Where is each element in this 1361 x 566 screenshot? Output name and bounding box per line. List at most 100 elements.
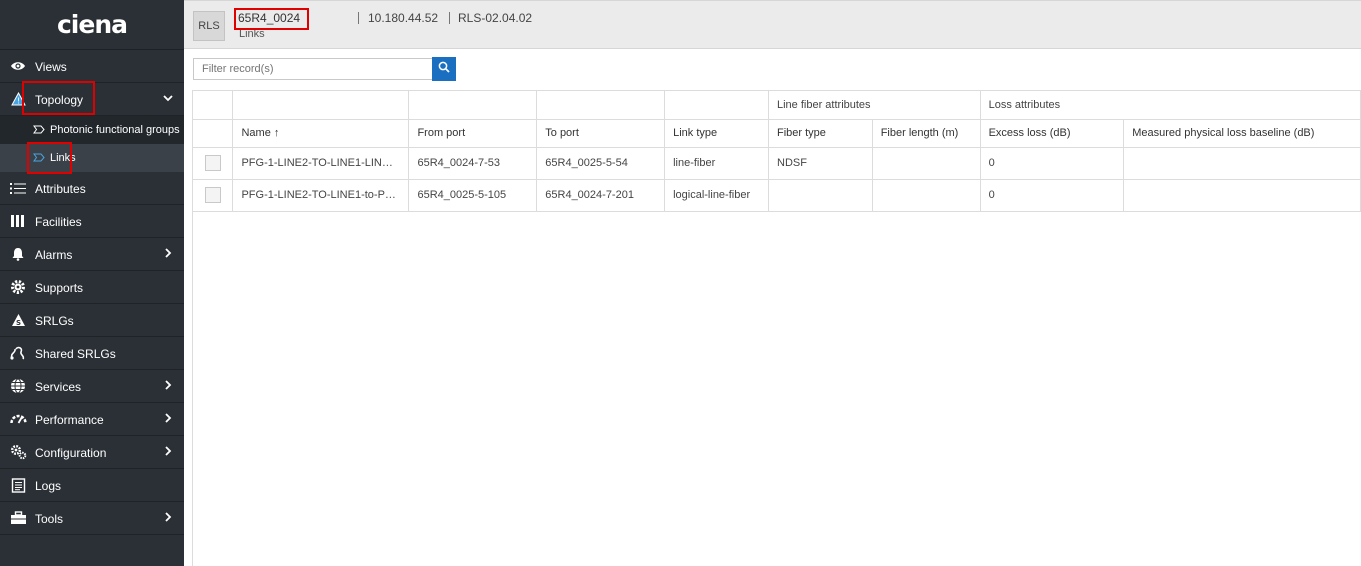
group-header-line-fiber: Line fiber attributes bbox=[768, 91, 981, 120]
select-all-header bbox=[193, 119, 234, 148]
cell-measured-loss bbox=[1123, 147, 1361, 180]
cell-to-port: 65R4_0025-5-54 bbox=[536, 147, 666, 180]
group-header-empty bbox=[232, 91, 410, 120]
header-divider bbox=[358, 12, 359, 24]
nav-shared-srlgs-label: Shared SRLGs bbox=[35, 347, 116, 361]
nav-srlgs-label: SRLGs bbox=[35, 314, 74, 328]
ciena-logo: ciena bbox=[0, 0, 184, 50]
list-icon bbox=[9, 180, 27, 196]
nav-facilities[interactable]: Facilities bbox=[0, 205, 184, 238]
nav-alarms[interactable]: Alarms bbox=[0, 238, 184, 271]
column-header-from-port[interactable]: From port bbox=[408, 119, 538, 148]
cell-fiber-type: NDSF bbox=[768, 147, 873, 180]
column-header-name-label: Name bbox=[241, 127, 271, 139]
nav-pfg-label: Photonic functional groups bbox=[50, 124, 180, 136]
header-divider bbox=[449, 12, 450, 24]
table-row[interactable]: PFG-1-LINE2-TO-LINE1-to-PF... 65R4_0025-… bbox=[193, 179, 1361, 212]
cell-from-port: 65R4_0025-5-105 bbox=[408, 179, 538, 212]
svg-text:!: ! bbox=[16, 97, 19, 106]
column-header-name[interactable]: Name ↑ bbox=[232, 119, 410, 148]
page-subtitle: Links bbox=[239, 28, 265, 40]
nav-performance-label: Performance bbox=[35, 413, 104, 427]
nav-supports-label: Supports bbox=[35, 281, 84, 295]
nav-photonic-functional-groups[interactable]: Photonic functional groups bbox=[0, 116, 184, 144]
nav-attributes[interactable]: Attributes bbox=[0, 172, 184, 205]
cell-measured-loss bbox=[1123, 179, 1361, 212]
cell-from-port: 65R4_0024-7-53 bbox=[408, 147, 538, 180]
row-checkbox[interactable] bbox=[205, 155, 221, 171]
row-select-cell bbox=[193, 147, 234, 180]
column-group-row: Line fiber attributes Loss attributes bbox=[193, 91, 1361, 120]
config-icon bbox=[9, 444, 27, 460]
node-type-badge: RLS bbox=[193, 11, 225, 41]
cell-name: PFG-1-LINE2-TO-LINE1-to-PF... bbox=[232, 179, 410, 212]
nav-services[interactable]: Services bbox=[0, 370, 184, 403]
svg-text:S: S bbox=[15, 319, 20, 327]
facilities-icon bbox=[9, 213, 27, 229]
row-select-cell bbox=[193, 179, 234, 212]
node-header: RLS 65R4_0024 Links 10.180.44.52 RLS-02.… bbox=[184, 0, 1361, 49]
chevron-right-icon[interactable] bbox=[162, 247, 174, 262]
bell-icon bbox=[9, 246, 27, 262]
nav-topology[interactable]: ! Topology bbox=[0, 83, 184, 116]
nav-alarms-label: Alarms bbox=[35, 248, 73, 262]
chevron-right-icon[interactable] bbox=[162, 412, 174, 427]
nav-configuration[interactable]: Configuration bbox=[0, 436, 184, 469]
shared-srlg-icon bbox=[9, 345, 27, 361]
group-header-empty bbox=[536, 91, 666, 120]
links-table: Line fiber attributes Loss attributes Na… bbox=[193, 91, 1361, 212]
nav-links-label: Links bbox=[50, 152, 76, 164]
column-header-excess-loss[interactable]: Excess loss (dB) bbox=[980, 119, 1125, 148]
toolbox-icon bbox=[9, 510, 27, 526]
node-ip-address: 10.180.44.52 bbox=[368, 11, 439, 25]
chevron-right-icon[interactable] bbox=[162, 379, 174, 394]
cell-link-type: line-fiber bbox=[664, 147, 769, 180]
nav-services-label: Services bbox=[35, 380, 82, 394]
column-header-fiber-type[interactable]: Fiber type bbox=[768, 119, 873, 148]
cell-excess-loss: 0 bbox=[980, 179, 1125, 212]
column-header-to-port[interactable]: To port bbox=[536, 119, 666, 148]
search-icon bbox=[438, 60, 450, 78]
group-header-empty bbox=[193, 91, 234, 120]
gauge-icon bbox=[9, 411, 27, 427]
logo-text: ciena bbox=[56, 10, 128, 39]
cell-fiber-length bbox=[872, 179, 981, 212]
nav-logs[interactable]: Logs bbox=[0, 469, 184, 502]
nav-shared-srlgs[interactable]: Shared SRLGs bbox=[0, 337, 184, 370]
globe-icon bbox=[9, 378, 27, 394]
chevron-down-icon[interactable] bbox=[162, 92, 174, 107]
tag-icon bbox=[33, 153, 45, 165]
search-button[interactable] bbox=[432, 57, 456, 81]
column-header-row: Name ↑ From port To port Link type Fiber… bbox=[193, 119, 1361, 148]
cell-link-type: logical-line-fiber bbox=[664, 179, 769, 212]
filter-input[interactable] bbox=[193, 58, 433, 80]
log-icon bbox=[9, 477, 27, 493]
sidebar: ciena Views ! Topology Photonic function… bbox=[0, 0, 184, 566]
nav-performance[interactable]: Performance bbox=[0, 403, 184, 436]
nav-views-label: Views bbox=[35, 60, 67, 74]
gear-icon bbox=[9, 279, 27, 295]
chevron-right-icon[interactable] bbox=[162, 445, 174, 460]
nav-logs-label: Logs bbox=[35, 479, 62, 493]
cell-fiber-type bbox=[768, 179, 873, 212]
nav-tools-label: Tools bbox=[35, 512, 64, 526]
srlg-icon: S bbox=[9, 312, 27, 328]
group-header-empty bbox=[664, 91, 769, 120]
topology-icon: ! bbox=[9, 91, 27, 107]
nav-topology-label: Topology bbox=[35, 93, 84, 107]
nav-tools[interactable]: Tools bbox=[0, 502, 184, 535]
nav-links[interactable]: Links bbox=[0, 144, 184, 172]
nav-attributes-label: Attributes bbox=[35, 182, 86, 196]
node-release: RLS-02.04.02 bbox=[458, 11, 533, 25]
column-header-measured-loss[interactable]: Measured physical loss baseline (dB) bbox=[1123, 119, 1361, 148]
tag-icon bbox=[33, 125, 45, 137]
sort-ascending-icon: ↑ bbox=[273, 127, 280, 139]
nav-views[interactable]: Views bbox=[0, 50, 184, 83]
column-header-fiber-length[interactable]: Fiber length (m) bbox=[872, 119, 981, 148]
chevron-right-icon[interactable] bbox=[162, 511, 174, 526]
nav-supports[interactable]: Supports bbox=[0, 271, 184, 304]
table-row[interactable]: PFG-1-LINE2-TO-LINE1-LINEO... 65R4_0024-… bbox=[193, 147, 1361, 180]
column-header-link-type[interactable]: Link type bbox=[664, 119, 769, 148]
row-checkbox[interactable] bbox=[205, 187, 221, 203]
nav-srlgs[interactable]: S SRLGs bbox=[0, 304, 184, 337]
